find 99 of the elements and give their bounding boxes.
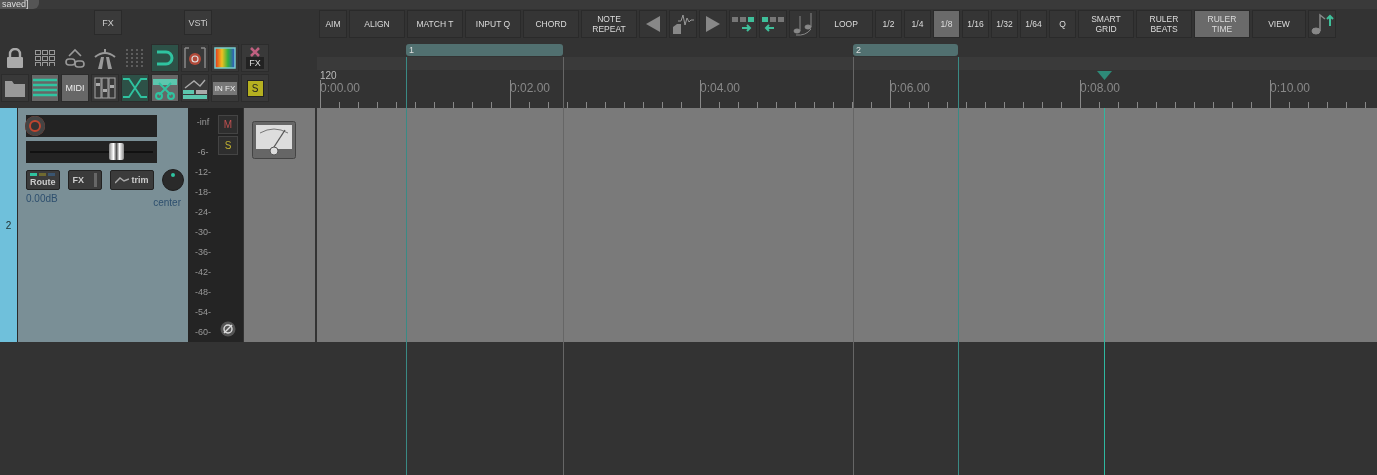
record-arm-button[interactable] — [25, 116, 45, 136]
crossfade-icon — [123, 77, 147, 99]
scissors-button[interactable] — [151, 74, 179, 102]
volume-readout: 0.00dB — [26, 193, 58, 206]
lines-icon — [33, 77, 57, 99]
time-label: 0:10.00 — [1270, 81, 1311, 95]
toolbar-button[interactable]: 1/4 — [904, 10, 931, 38]
spectrum-icon — [214, 47, 236, 69]
move-left-button[interactable] — [759, 10, 787, 38]
meter-scale-label: -6- — [197, 146, 209, 159]
toolbar-button[interactable]: 1/8 — [933, 10, 960, 38]
crossfade-button[interactable] — [121, 74, 149, 102]
fx-label: FX — [246, 57, 264, 69]
record-button[interactable] — [181, 44, 209, 72]
move-left-icon — [761, 15, 785, 33]
meter-scale-label: -42- — [195, 266, 211, 279]
meter-scale-label: -12- — [195, 166, 211, 179]
right-triangle-icon — [705, 15, 721, 33]
left-triangle-icon — [645, 15, 661, 33]
toolbar-button[interactable]: 1/16 — [962, 10, 989, 38]
notes-icon — [792, 12, 814, 36]
mixer-button[interactable] — [91, 74, 119, 102]
track-name-field[interactable] — [26, 115, 157, 137]
toolbar-button[interactable]: Q — [1049, 10, 1076, 38]
toolbar-button[interactable]: 1/32 — [991, 10, 1018, 38]
toolbar-button[interactable]: INPUT Q — [465, 10, 521, 38]
note-up-button[interactable] — [1308, 10, 1336, 38]
fader-handle[interactable] — [109, 143, 125, 160]
phase-icon[interactable] — [220, 321, 236, 337]
toolbar-button[interactable]: MATCH T — [407, 10, 463, 38]
solo-button[interactable]: S — [218, 136, 238, 155]
envelope-icon — [114, 176, 129, 184]
region-marker[interactable]: 2 — [853, 44, 958, 56]
solo-button[interactable]: S — [241, 74, 269, 102]
region-marker[interactable]: 1 — [406, 44, 563, 56]
meter-scale-label: -inf — [196, 116, 210, 129]
move-right-button[interactable] — [729, 10, 757, 38]
record-icon — [183, 46, 207, 70]
pan-readout: center — [153, 197, 181, 208]
meter-scale-label: -48- — [195, 286, 211, 299]
plugin-button[interactable]: FX — [94, 10, 122, 35]
magnet-icon — [155, 49, 175, 67]
in-fx-button[interactable]: IN FX — [211, 74, 239, 102]
dotted-lines-icon — [124, 49, 146, 67]
meter-scale-label: -30- — [195, 226, 211, 239]
meter-scale-label: -54- — [195, 306, 211, 319]
toolbar-button[interactable]: ALIGN — [349, 10, 405, 38]
toolbar-button[interactable]: CHORD — [523, 10, 579, 38]
mixer-icon — [94, 77, 116, 99]
meter-scale-label: -60- — [195, 326, 211, 339]
time-label: 0:08.00 — [1080, 81, 1121, 95]
plugin-button[interactable]: VSTi — [184, 10, 212, 35]
time-label: 0:02.00 — [510, 81, 551, 95]
spectrum-button[interactable] — [211, 44, 239, 72]
toolbar-button[interactable]: 1/2 — [875, 10, 902, 38]
route-button[interactable]: Route — [26, 170, 60, 190]
road-icon — [93, 47, 117, 69]
meter-scale-label: -36- — [195, 246, 211, 259]
vu-meter-icon[interactable] — [252, 121, 296, 159]
fx-button[interactable]: FX — [67, 170, 102, 190]
pan-knob[interactable] — [161, 169, 184, 191]
move-right-icon — [731, 15, 755, 33]
toolbar-button[interactable]: LOOP — [819, 10, 873, 38]
toolbar-button[interactable]: AIM — [319, 10, 347, 38]
time-label: 0:06.00 — [890, 81, 931, 95]
link-icon — [64, 47, 86, 69]
toolbar-button[interactable]: RULER TIME — [1194, 10, 1250, 38]
time-label: 0:00.00 — [320, 81, 361, 95]
note-up-icon — [1310, 12, 1334, 36]
waveform-icon — [671, 13, 695, 35]
delete-fx-button[interactable]: FX — [241, 44, 269, 72]
lines-button[interactable] — [31, 74, 59, 102]
toolbar-button[interactable]: SMART GRID — [1078, 10, 1134, 38]
folder-icon — [4, 78, 26, 98]
project-tab[interactable]: saved] — [0, 0, 39, 9]
next-button[interactable] — [699, 10, 727, 38]
time-label: 0:04.00 — [700, 81, 741, 95]
grid-icon — [35, 50, 55, 66]
toolbar-button[interactable]: 1/64 — [1020, 10, 1047, 38]
meter-scale-label: -24- — [195, 206, 211, 219]
timeline-ruler[interactable]: 120 0:00.00 0:02.00 0:04.00 0:06.00 0:08.00 0:10.00 — [317, 70, 1377, 108]
cross-icon — [250, 47, 260, 57]
trim-button[interactable]: trim — [109, 170, 154, 190]
toolbar-button[interactable]: NOTE REPEAT — [581, 10, 637, 38]
tempo-marker[interactable]: 120 — [320, 70, 337, 81]
toolbar-button[interactable]: VIEW — [1252, 10, 1306, 38]
meter-scale-label: -18- — [195, 186, 211, 199]
track-number: 2 — [0, 108, 18, 342]
envelope-button[interactable] — [181, 74, 209, 102]
prev-button[interactable] — [639, 10, 667, 38]
magnet-button[interactable] — [151, 44, 179, 72]
lock-icon — [6, 48, 24, 68]
scissors-icon — [152, 76, 178, 100]
volume-fader[interactable] — [26, 141, 157, 163]
text-button[interactable]: MIDI — [61, 74, 89, 102]
folder-button[interactable] — [1, 74, 29, 102]
toolbar-button[interactable]: RULER BEATS — [1136, 10, 1192, 38]
notes-button[interactable] — [789, 10, 817, 38]
wave-button[interactable] — [669, 10, 697, 38]
